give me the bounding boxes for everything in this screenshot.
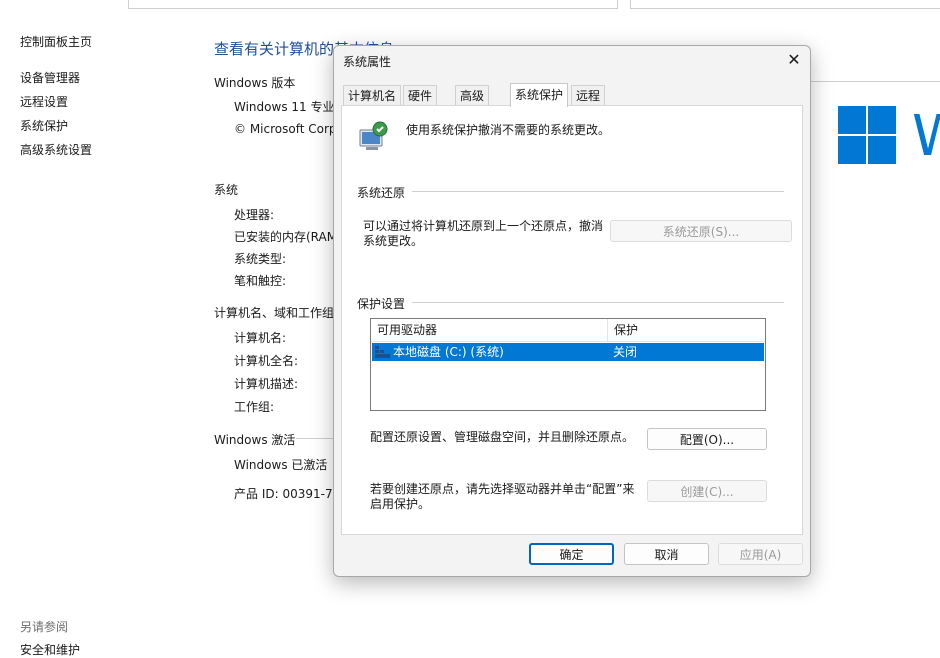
windows-edition-title: Windows 版本 [214,76,296,90]
nav-advanced-system-settings[interactable]: 高级系统设置 [20,141,92,158]
computer-description-label: 计算机描述: [234,377,299,391]
address-bar[interactable] [128,0,618,9]
section-divider [810,81,940,82]
product-id: 产品 ID: 00391-700 [234,487,348,501]
protection-settings-group-title: 保护设置 [357,297,406,311]
workgroup-label: 工作组: [234,400,275,414]
cancel-button[interactable]: 取消 [624,543,709,565]
edition-name: Windows 11 专业工 [234,100,347,114]
configure-description: 配置还原设置、管理磁盘空间，并且删除还原点。 [370,430,635,444]
tab-label: 硬件 [408,89,433,103]
tab-hardware[interactable]: 硬件 [403,85,438,106]
column-header-drives[interactable]: 可用驱动器 [371,319,607,341]
intro-text: 使用系统保护撤消不需要的系统更改。 [406,123,611,137]
list-item[interactable]: 本地磁盘 (C:) (系统) 关闭 [372,343,764,361]
system-title: 系统 [214,183,239,197]
tab-label: 系统保护 [515,88,564,102]
system-restore-group-title: 系统还原 [357,186,406,200]
tab-system-protection[interactable]: 系统保护 [510,83,569,107]
group-divider [412,191,784,192]
create-description-line2: 启用保护。 [370,497,431,511]
section-divider [296,438,336,439]
pen-touch-label: 笔和触控: [234,274,287,288]
system-type-label: 系统类型: [234,252,287,266]
apply-button[interactable]: 应用(A) [718,543,803,565]
dialog-title: 系统属性 [343,55,392,69]
nav-system-protection[interactable]: 系统保护 [20,117,68,134]
tab-advanced[interactable]: 高级 [455,85,490,106]
windows-logo-icon [838,106,896,164]
system-protection-panel: 使用系统保护撤消不需要的系统更改。 系统还原 可以通过将计算机还原到上一个还原点… [341,105,803,535]
system-protection-icon [359,121,388,150]
activation-status: Windows 已激活 [234,458,328,472]
see-also-title: 另请参阅 [20,620,69,634]
processor-label: 处理器: [234,208,275,222]
drive-icon [375,346,390,358]
group-divider [412,302,784,303]
nav-device-manager[interactable]: 设备管理器 [20,69,80,86]
tab-remote[interactable]: 远程 [571,85,606,106]
computer-name-label: 计算机名: [234,331,287,345]
top-bar [0,0,940,18]
ram-label: 已安装的内存(RAM [234,230,338,244]
configure-button[interactable]: 配置(O)... [647,428,767,450]
system-properties-dialog: 系统属性 ✕ 计算机名 硬件 高级 系统保护 远程 使用系统保护撤消不需要的系统… [333,45,811,577]
windows-logo-text: W [912,104,940,169]
nav-control-panel-home[interactable]: 控制面板主页 [20,33,92,50]
restore-description-line2: 系统更改。 [363,234,424,248]
nav-remote-settings[interactable]: 远程设置 [20,93,68,110]
list-header: 可用驱动器 保护 [371,319,765,342]
system-restore-button[interactable]: 系统还原(S)... [610,220,792,242]
drives-list[interactable]: 可用驱动器 保护 本地磁盘 (C:) (系统) 关闭 [370,318,766,411]
tab-computer-name[interactable]: 计算机名 [343,85,402,106]
full-computer-name-label: 计算机全名: [234,354,299,368]
drive-name: 本地磁盘 (C:) (系统) [393,345,504,359]
activation-title: Windows 激活 [214,433,296,447]
tab-label: 计算机名 [348,89,397,103]
computer-name-title: 计算机名、域和工作组 [214,306,335,320]
tab-label: 远程 [576,89,601,103]
drive-protection-status: 关闭 [613,345,638,359]
column-header-protection[interactable]: 保护 [608,319,765,341]
copyright: © Microsoft Corpo [234,122,344,136]
nav-security-maintenance[interactable]: 安全和维护 [20,641,80,658]
ok-button[interactable]: 确定 [529,543,614,565]
search-box[interactable] [630,0,940,9]
tab-label: 高级 [460,89,485,103]
create-button[interactable]: 创建(C)... [647,480,767,502]
close-icon[interactable]: ✕ [778,46,810,74]
